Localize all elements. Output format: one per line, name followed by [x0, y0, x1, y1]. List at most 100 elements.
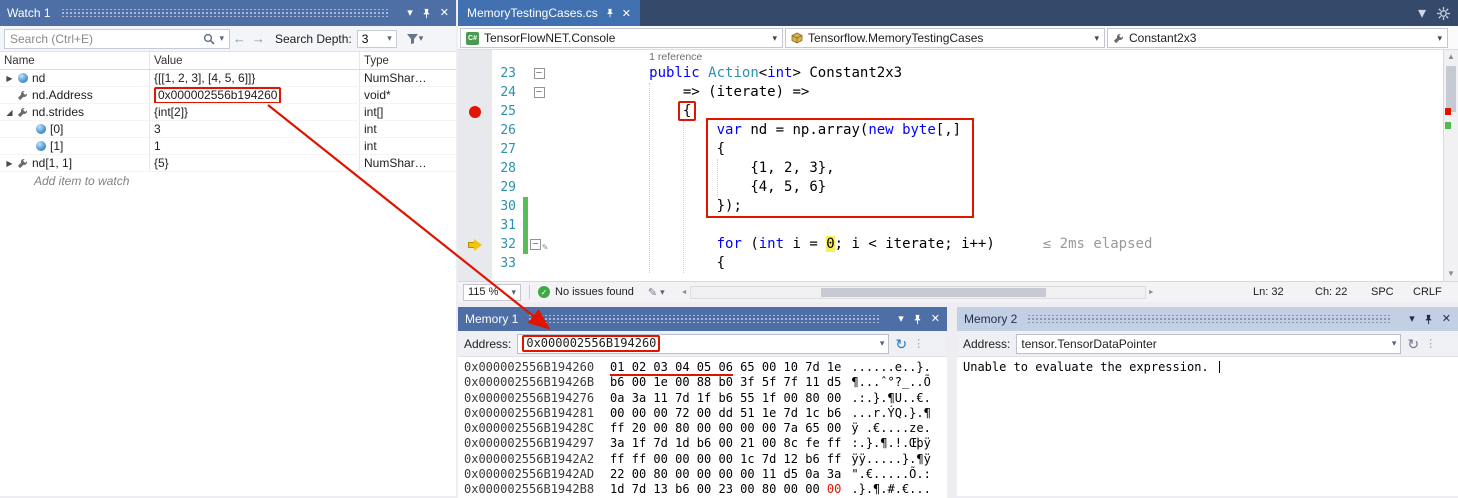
gear-icon[interactable] [1437, 7, 1450, 20]
outline-collapse-icon[interactable]: – [534, 87, 545, 98]
watch-row[interactable]: [0]3int [0, 121, 456, 138]
watch-row[interactable]: nd.Address0x000002556b194260void* [0, 87, 456, 104]
spaces-indicator[interactable]: SPC [1371, 286, 1413, 298]
tab-memorytestingcases[interactable]: MemoryTestingCases.cs ✕ [458, 0, 640, 26]
memory2-title-bar[interactable]: Memory 2 ▾ ✕ [957, 307, 1458, 331]
code-line-30[interactable]: 30}); [458, 197, 1443, 216]
issues-status[interactable]: No issues found [555, 286, 634, 298]
expander-collapsed-icon[interactable]: ▶ [4, 159, 15, 168]
toolbar-overflow-icon[interactable]: ⋮ [913, 337, 923, 350]
outline-collapse-icon[interactable]: – [534, 68, 545, 79]
forward-arrow-icon[interactable]: → [252, 31, 265, 46]
expander-collapsed-icon[interactable]: ▶ [4, 74, 15, 83]
code-area[interactable]: 1 reference23–public Action<int> Constan… [458, 50, 1458, 281]
refresh-icon[interactable]: ↻ [1407, 337, 1419, 351]
memory-row[interactable]: 0x000002556B19428100 00 00 72 00 dd 51 1… [464, 406, 947, 421]
drag-grip[interactable] [528, 315, 880, 323]
pin-icon[interactable] [421, 8, 432, 19]
address-input[interactable]: 0x000002556B194260 ▾ [517, 334, 889, 354]
memory-row[interactable]: 0x000002556B19428Cff 20 00 80 00 00 00 0… [464, 421, 947, 436]
refresh-icon[interactable]: ↻ [895, 337, 907, 351]
memory-row[interactable]: 0x000002556B1942B81d 7d 13 b6 00 23 00 8… [464, 482, 947, 497]
code-line-28[interactable]: 28{1, 2, 3}, [458, 159, 1443, 178]
type-dropdown[interactable]: Tensorflow.MemoryTestingCases ▾ [785, 28, 1105, 48]
address-input[interactable]: tensor.TensorDataPointer ▾ [1016, 334, 1401, 354]
search-depth-combo[interactable]: 3 ▾ [357, 30, 397, 48]
horizontal-scrollbar[interactable]: ◄ ► [679, 286, 1157, 299]
watch-row[interactable]: ▶nd{[[1, 2, 3], [4, 5, 6]]}NumShar… [0, 70, 456, 87]
memory-row[interactable]: 0x000002556B19426001 02 03 04 05 06 65 0… [464, 360, 947, 375]
memory-row[interactable]: 0x000002556B1942760a 3a 11 7d 1f b6 55 1… [464, 391, 947, 406]
search-input[interactable]: Search (Ctrl+E) ▾ [4, 29, 230, 49]
drag-grip[interactable] [61, 9, 390, 17]
watch-title-bar[interactable]: Watch 1 ▾ ✕ [0, 0, 456, 26]
outline-collapse-icon[interactable]: – [530, 239, 541, 250]
close-icon[interactable]: ✕ [1442, 314, 1451, 325]
pin-icon[interactable] [912, 314, 923, 325]
code-line-29[interactable]: 29{4, 5, 6} [458, 178, 1443, 197]
close-icon[interactable]: ✕ [622, 7, 631, 20]
code-line-23[interactable]: 23–public Action<int> Constant2x3 [458, 64, 1443, 83]
toolbar-overflow-icon[interactable]: ⋮ [1425, 337, 1435, 350]
code-line-26[interactable]: 26var nd = np.array(new byte[,] [458, 121, 1443, 140]
chevron-down-icon[interactable]: ▾ [880, 338, 885, 349]
memory-row[interactable]: 0x000002556B1942AD22 00 80 00 00 00 00 1… [464, 467, 947, 482]
chevron-down-icon[interactable]: ▾ [1392, 338, 1397, 349]
chevron-down-icon[interactable]: ▾ [219, 33, 224, 44]
code-line-32[interactable]: 32–✎for (int i = 0; i < iterate; i++)≤ 2… [458, 235, 1443, 254]
glyph-margin[interactable] [458, 235, 492, 254]
memory-row[interactable]: 0x000002556B1942973a 1f 7d 1d b6 00 21 0… [464, 436, 947, 451]
line-ending-indicator[interactable]: CRLF [1413, 286, 1453, 298]
window-position-icon[interactable]: ▾ [407, 8, 413, 19]
glyph-margin[interactable] [458, 216, 492, 235]
edit-indicator[interactable]: ✎ ▾ [648, 286, 665, 299]
codelens-references[interactable]: 1 reference [458, 50, 1443, 64]
code-line-24[interactable]: 24–=> (iterate) => [458, 83, 1443, 102]
glyph-margin[interactable] [458, 178, 492, 197]
chevron-down-icon[interactable]: ▾ [419, 33, 424, 44]
scrollbar-thumb[interactable] [1446, 66, 1456, 112]
column-header-type[interactable]: Type [360, 52, 456, 69]
pin-icon[interactable] [605, 8, 615, 18]
member-dropdown[interactable]: Constant2x3 ▾ [1107, 28, 1448, 48]
pin-icon[interactable] [1423, 314, 1434, 325]
scrollbar-thumb[interactable] [821, 288, 1046, 297]
watch-row[interactable]: [1]1int [0, 138, 456, 155]
code-line-33[interactable]: 33{ [458, 254, 1443, 273]
glyph-margin[interactable] [458, 197, 492, 216]
close-icon[interactable]: ✕ [440, 8, 449, 19]
window-position-icon[interactable]: ▾ [1409, 314, 1415, 325]
code-line-25[interactable]: 25{ [458, 102, 1443, 121]
glyph-margin[interactable] [458, 254, 492, 273]
close-icon[interactable]: ✕ [931, 314, 940, 325]
scroll-right-icon[interactable]: ► [1146, 289, 1157, 296]
watch-row[interactable]: ▶nd[1, 1]{5}NumShar… [0, 155, 456, 172]
memory-row[interactable]: 0x000002556B1942A2ff ff 00 00 00 00 1c 7… [464, 452, 947, 467]
window-position-icon[interactable]: ▾ [898, 314, 904, 325]
memory1-hex-dump[interactable]: 0x000002556B19426001 02 03 04 05 06 65 0… [458, 357, 947, 498]
code-line-31[interactable]: 31 [458, 216, 1443, 235]
glyph-margin[interactable] [458, 159, 492, 178]
breakpoint-icon[interactable] [469, 106, 481, 118]
chevron-down-icon[interactable]: ▾ [1418, 3, 1426, 23]
column-header-name[interactable]: Name [0, 52, 150, 69]
scroll-up-icon[interactable]: ▲ [1444, 50, 1458, 64]
watch-row[interactable]: ◢nd.strides{int[2]}int[] [0, 104, 456, 121]
glyph-margin[interactable] [458, 83, 492, 102]
memory1-title-bar[interactable]: Memory 1 ▾ ✕ [458, 307, 947, 331]
code-line-27[interactable]: 27{ [458, 140, 1443, 159]
filter-icon[interactable] [406, 33, 419, 45]
vertical-scrollbar[interactable]: ▲ ▼ [1443, 50, 1458, 281]
zoom-dropdown[interactable]: 115 % ▾ [463, 284, 521, 301]
glyph-margin[interactable] [458, 121, 492, 140]
scroll-left-icon[interactable]: ◄ [679, 289, 690, 296]
glyph-margin[interactable] [458, 140, 492, 159]
add-watch-item-row[interactable]: Add item to watch [0, 172, 456, 189]
column-header-value[interactable]: Value [150, 52, 360, 69]
memory-row[interactable]: 0x000002556B19426Bb6 00 1e 00 88 b0 3f 5… [464, 375, 947, 390]
drag-grip[interactable] [1027, 315, 1391, 323]
glyph-margin[interactable] [458, 64, 492, 83]
back-arrow-icon[interactable]: ← [233, 31, 246, 46]
expander-expanded-icon[interactable]: ◢ [4, 108, 15, 117]
search-icon[interactable] [203, 33, 215, 45]
